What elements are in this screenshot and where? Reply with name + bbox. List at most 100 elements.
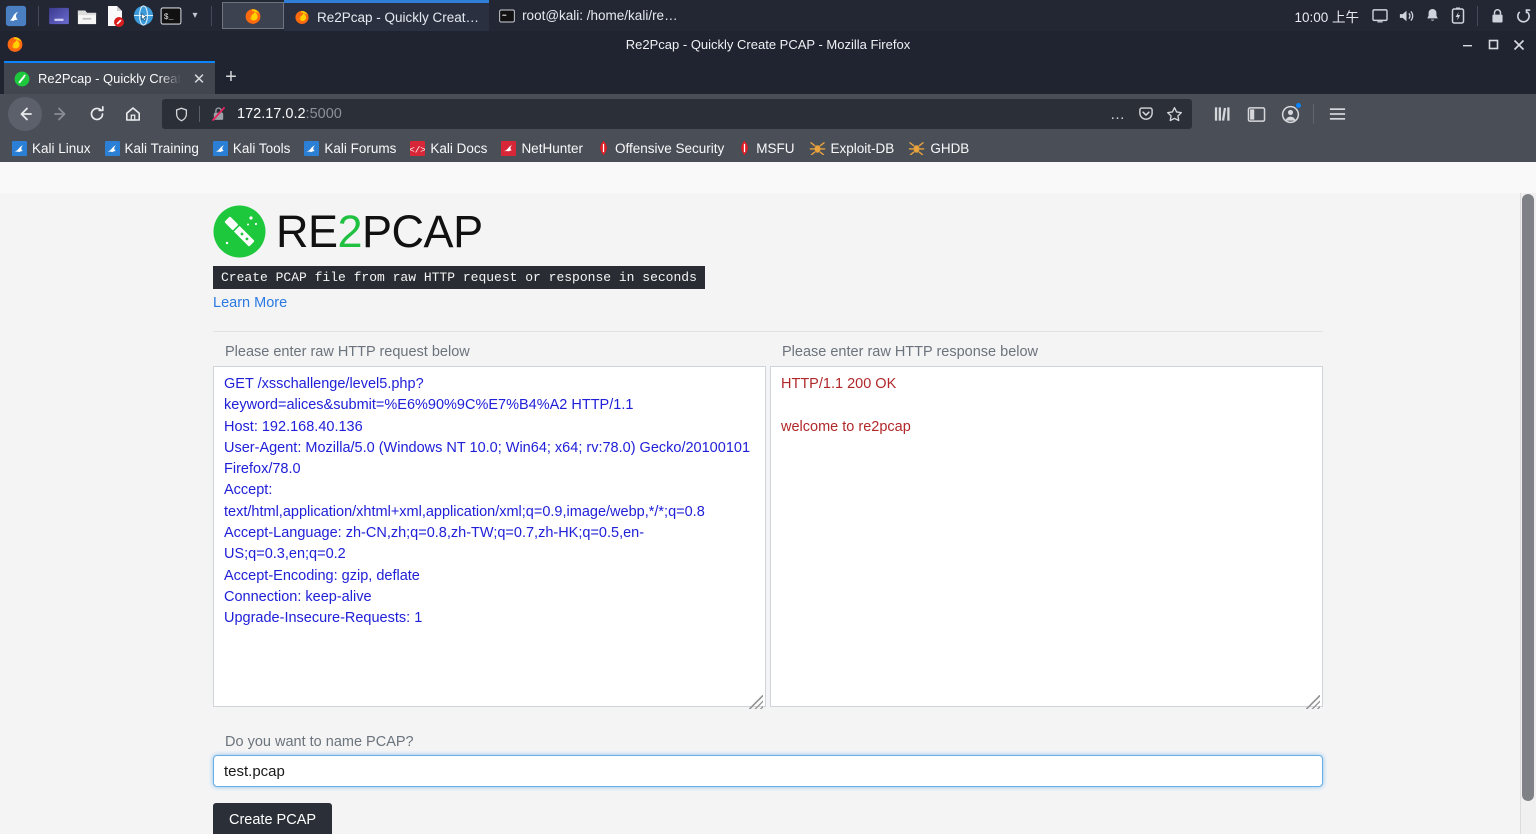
terminal-icon [499,9,515,22]
response-pane: Please enter raw HTTP response below [770,344,1323,712]
request-pane: Please enter raw HTTP request below [213,344,766,712]
request-label: Please enter raw HTTP request below [225,344,470,360]
minimize-button[interactable] [1454,31,1480,58]
bookmark-label: Exploit-DB [830,140,895,156]
url-port: :5000 [305,106,342,122]
new-tab-button[interactable]: + [215,61,247,94]
taskbar-task-firefox[interactable]: Re2Pcap - Quickly Creat… [284,0,490,31]
volume-icon[interactable] [1393,0,1419,31]
bookmark-label: NetHunter [521,140,583,156]
page-actions-icon[interactable]: … [1104,101,1132,127]
notifications-bell-icon[interactable] [1419,0,1445,31]
home-icon[interactable] [116,97,150,131]
toolbar-separator [1313,104,1314,124]
kali-bookmark-icon [104,140,120,156]
text-editor-icon[interactable] [101,0,129,31]
bookmark-label: Kali Forums [324,140,397,156]
bookmark-nethunter[interactable]: NetHunter [495,138,589,159]
page-content: RE2PCAP Create PCAP file from raw HTTP r… [0,193,1536,834]
bookmark-label: GHDB [930,140,970,156]
tab-strip: Re2Pcap - Quickly Create ✕ + [0,58,1536,94]
urlbar-divider [199,106,200,122]
bookmark-label: Offensive Security [614,140,725,156]
page-scrollbar[interactable] [1520,193,1536,834]
page-viewport: RE2PCAP Create PCAP file from raw HTTP r… [0,193,1536,834]
pcap-name-label: Do you want to name PCAP? [225,734,414,750]
bookmark-ghdb[interactable]: GHDB [902,138,975,159]
learn-more-link[interactable]: Learn More [213,295,1323,311]
window-controls [1454,31,1532,58]
request-textarea-wrap [213,366,766,712]
clock[interactable]: 10:00 上午 [1286,6,1367,26]
browser-tab-re2pcap[interactable]: Re2Pcap - Quickly Create ✕ [4,61,215,94]
firefox-window: Re2Pcap - Quickly Create PCAP - Mozilla … [0,31,1536,834]
create-pcap-button[interactable]: Create PCAP [213,803,333,834]
app-menu-icon[interactable] [45,0,73,31]
close-icon[interactable]: ✕ [189,69,209,89]
bookmark-kali-docs[interactable]: </> Kali Docs [404,138,493,159]
star-icon[interactable] [1160,101,1188,127]
bookmark-label: MSFU [756,140,795,156]
nethunter-icon [501,140,517,156]
system-taskbar: $_ ▾ Re2Pcap - Quickly Creat… root@kali:… [0,0,1536,31]
file-manager-icon[interactable] [73,0,101,31]
bookmark-offensive-security[interactable]: Offensive Security [591,137,730,159]
kali-dragon-icon[interactable] [0,0,32,31]
bookmark-label: Kali Training [124,140,199,156]
url-text[interactable]: 172.17.0.2:5000 [233,106,1102,122]
logo-accent: 2 [337,205,363,257]
bookmark-exploit-db[interactable]: Exploit-DB [803,138,901,159]
response-textarea[interactable] [770,366,1323,707]
menu-hamburger-icon[interactable] [1321,98,1353,130]
offsec-icon [600,140,607,156]
exploitdb-icon [909,142,925,155]
logout-icon[interactable] [1510,0,1536,31]
response-label: Please enter raw HTTP response below [782,344,1039,360]
tracking-protection-shield-icon[interactable] [168,101,194,127]
battery-icon[interactable] [1445,0,1471,31]
pcap-name-input[interactable] [213,755,1323,787]
sidebar-icon[interactable] [1240,98,1272,130]
bookmark-kali-linux[interactable]: Kali Linux [6,138,97,159]
bookmark-msfu[interactable]: MSFU [732,137,800,159]
web-browser-icon[interactable] [129,0,157,31]
page-scrollbar-thumb[interactable] [1522,194,1534,801]
firefox-icon [6,35,24,58]
bookmark-kali-forums[interactable]: Kali Forums [298,138,402,159]
page-title: RE2PCAP [276,206,483,258]
tagline: Create PCAP file from raw HTTP request o… [213,266,705,289]
back-arrow-icon[interactable] [8,97,42,131]
kali-bookmark-icon [12,140,27,156]
taskbar-task-firefox-label: Re2Pcap - Quickly Creat… [317,9,480,25]
kali-bookmark-icon [212,140,228,156]
firefox-icon [295,10,309,24]
url-bar[interactable]: 172.17.0.2:5000 … [162,99,1192,129]
lock-icon[interactable] [1484,0,1510,31]
navigation-toolbar: 172.17.0.2:5000 … [0,94,1536,134]
window-titlebar: Re2Pcap - Quickly Create PCAP - Mozilla … [0,31,1536,58]
kali-bookmark-icon [304,140,320,156]
taskbar-task-terminal[interactable]: root@kali: /home/kali/re… [489,0,688,31]
tray-separator [1477,5,1478,26]
bookmark-label: Kali Linux [32,140,91,156]
svg-text:$_: $_ [164,13,174,22]
urlbar-actions: … [1104,101,1188,127]
request-textarea[interactable] [213,366,766,707]
logo-row: RE2PCAP [213,205,1323,258]
account-icon[interactable] [1274,98,1306,130]
reload-icon[interactable] [80,97,114,131]
insecure-connection-icon[interactable] [205,101,231,127]
library-icon[interactable] [1206,98,1238,130]
maximize-button[interactable] [1480,31,1506,58]
close-button[interactable] [1506,31,1532,58]
url-host: 172.17.0.2 [237,106,306,122]
display-icon[interactable] [1367,0,1393,31]
chevron-down-icon[interactable]: ▾ [185,0,205,31]
bookmark-kali-tools[interactable]: Kali Tools [207,138,297,159]
taskbar-separator-2 [211,5,212,26]
firefox-window-button[interactable] [222,2,284,29]
terminal-icon[interactable]: $_ [157,0,185,31]
pocket-icon[interactable] [1132,101,1160,127]
bookmark-kali-training[interactable]: Kali Training [99,138,205,159]
forward-arrow-icon[interactable] [44,97,78,131]
